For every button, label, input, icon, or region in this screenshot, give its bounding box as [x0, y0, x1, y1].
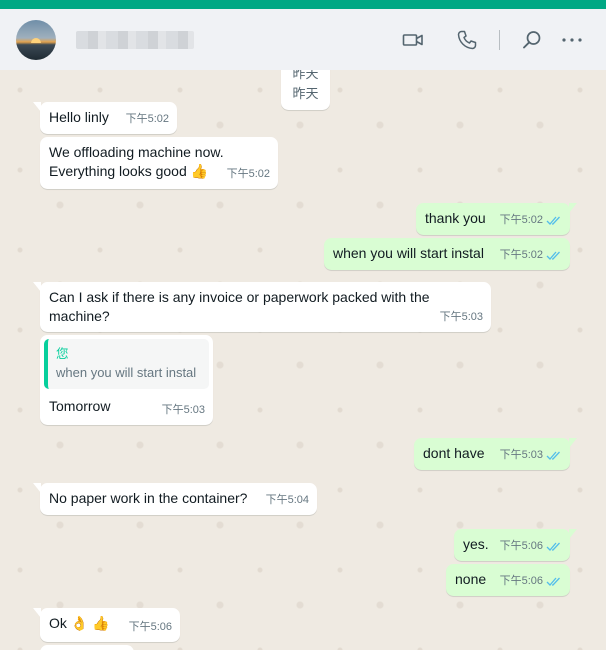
incoming-message[interactable]: 您 when you will start instal Tomorrow 下午… [40, 335, 213, 425]
incoming-message[interactable]: Hello linly 下午5:02 [33, 102, 177, 134]
message-meta: 下午5:02 [126, 110, 169, 129]
message-time: 下午5:03 [439, 311, 483, 323]
message-text: thank you [425, 210, 486, 226]
quoted-text: when you will start instal [56, 365, 197, 380]
message-text: Can I ask if there is any invoice or pap… [49, 289, 430, 305]
voice-call-button[interactable] [449, 22, 485, 58]
message-meta: 下午5:03 [162, 401, 205, 420]
message-text: yes. [463, 536, 489, 552]
incoming-message[interactable]: We offloading machine now. Everything lo… [40, 137, 278, 189]
incoming-message[interactable]: No paper work in the container? 下午5:04 [33, 483, 317, 515]
video-camera-icon [402, 33, 423, 46]
message-time: 下午5:06 [499, 540, 543, 552]
message-text: Hello linly [49, 109, 109, 125]
message-meta: 下午5:06 [500, 537, 562, 556]
message-text: No paper work in the container? [49, 490, 248, 506]
incoming-message[interactable] [40, 645, 134, 650]
video-call-button[interactable] [395, 22, 431, 58]
message-text: dont have [423, 445, 485, 461]
more-icon [562, 37, 582, 42]
message-text: machine? [49, 308, 110, 324]
message-time: 下午5:06 [499, 575, 543, 587]
message-meta: 下午5:06 [129, 618, 172, 637]
message-list[interactable]: 昨天 昨天 Hello linly 下午5:02 We offloading m… [0, 70, 606, 650]
read-receipt-icon [546, 577, 560, 586]
message-meta: 下午5:04 [266, 491, 309, 510]
message-time: 下午5:06 [128, 621, 172, 633]
message-time: 下午5:04 [265, 494, 309, 506]
message-meta: 下午5:02 [500, 211, 562, 230]
date-divider-line: 昨天 [292, 86, 319, 101]
contact-name[interactable] [76, 30, 194, 49]
message-text: Ok 👌 👍 [49, 615, 110, 631]
message-meta: 下午5:02 [500, 246, 562, 265]
incoming-message[interactable]: Can I ask if there is any invoice or pap… [33, 282, 491, 332]
message-time: 下午5:02 [226, 168, 270, 180]
message-text: none [455, 571, 487, 587]
incoming-message[interactable]: Ok 👌 👍 下午5:06 [33, 608, 180, 642]
read-receipt-icon [546, 542, 560, 551]
search-button[interactable] [514, 22, 550, 58]
phone-icon [457, 30, 477, 49]
message-time: 下午5:02 [499, 249, 543, 261]
message-meta: 下午5:06 [500, 572, 562, 591]
message-time: 下午5:03 [499, 449, 543, 461]
message-time: 下午5:02 [125, 113, 169, 125]
chat-header [0, 9, 606, 70]
app-top-strip [0, 0, 606, 9]
quoted-author: 您 [56, 347, 69, 361]
read-receipt-icon [546, 216, 560, 225]
header-actions [395, 22, 590, 58]
outgoing-message[interactable]: yes. 下午5:06 [454, 529, 577, 561]
message-meta: 下午5:02 [227, 165, 270, 184]
message-meta: 下午5:03 [500, 446, 562, 465]
read-receipt-icon [546, 451, 560, 460]
message-text: We offloading machine now. [49, 144, 224, 160]
outgoing-message[interactable]: none 下午5:06 [446, 564, 570, 596]
message-time: 下午5:03 [161, 404, 205, 416]
avatar[interactable] [16, 19, 56, 60]
outgoing-message[interactable]: when you will start instal 下午5:02 [324, 238, 570, 270]
date-divider: 昨天 昨天 [281, 70, 330, 110]
search-icon [523, 30, 541, 48]
quoted-message[interactable]: 您 when you will start instal [44, 339, 209, 389]
message-time: 下午5:02 [499, 214, 543, 226]
date-divider-line: 昨天 [292, 70, 319, 81]
header-divider [499, 29, 500, 50]
message-text: when you will start instal [333, 245, 484, 261]
outgoing-message[interactable]: thank you 下午5:02 [416, 203, 577, 235]
message-meta: 下午5:03 [440, 308, 483, 327]
menu-button[interactable] [554, 22, 590, 58]
outgoing-message[interactable]: dont have 下午5:03 [414, 438, 577, 470]
read-receipt-icon [546, 251, 560, 260]
